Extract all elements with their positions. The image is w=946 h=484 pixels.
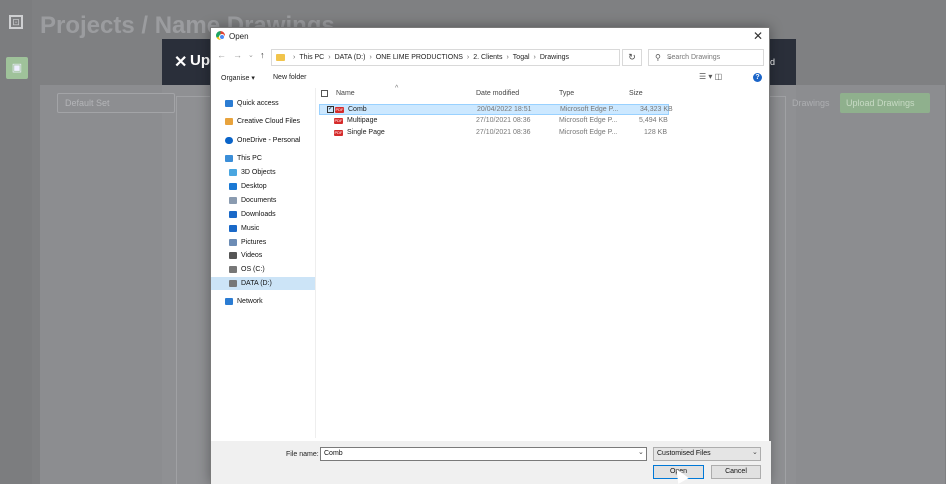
nav-item-3d-objects[interactable]: 3D Objects bbox=[211, 166, 315, 179]
drawing-set-select[interactable]: Default Set bbox=[57, 93, 175, 113]
forward-arrow-icon[interactable]: → bbox=[233, 50, 242, 60]
pdf-icon: PDF bbox=[334, 118, 343, 124]
sort-arrow-icon: ^ bbox=[395, 85, 399, 92]
address-bar[interactable]: › This PC › DATA (D:) › ONE LIME PRODUCTION… bbox=[271, 49, 673, 66]
new-folder-button[interactable]: New folder bbox=[273, 74, 306, 81]
column-headers: ^ Name Date modified Type Size bbox=[319, 85, 769, 101]
file-name-dropdown-icon[interactable]: ⌄ bbox=[638, 448, 644, 456]
search-placeholder: Search Drawings bbox=[666, 54, 721, 61]
breadcrumb-item[interactable]: This PC bbox=[299, 54, 324, 61]
modal-close-icon[interactable]: ✕ bbox=[174, 52, 187, 72]
app-logo-icon[interactable]: ⊡ bbox=[9, 15, 23, 29]
videos-icon bbox=[229, 252, 237, 259]
pdf-icon: PDF bbox=[335, 107, 344, 113]
breadcrumb-item[interactable]: DATA (D:) bbox=[335, 54, 366, 61]
nav-pane-divider[interactable] bbox=[315, 88, 316, 438]
file-name-label: File name: bbox=[286, 451, 319, 458]
drawings-label: Drawings bbox=[792, 98, 830, 108]
navigation-pane: Quick access Creative Cloud Files OneDri… bbox=[211, 88, 315, 438]
up-arrow-icon[interactable]: ↑ bbox=[260, 50, 265, 60]
back-arrow-icon[interactable]: ← bbox=[217, 50, 226, 60]
refresh-icon[interactable]: ↻ bbox=[622, 49, 642, 66]
file-type-dropdown-icon[interactable]: ⌄ bbox=[752, 448, 758, 456]
music-icon bbox=[229, 225, 237, 232]
file-name-input[interactable]: Comb bbox=[320, 447, 647, 461]
upload-drawings-button[interactable]: Upload Drawings bbox=[840, 93, 930, 113]
desktop-icon bbox=[229, 183, 237, 190]
column-size[interactable]: Size bbox=[629, 90, 643, 97]
onedrive-icon bbox=[225, 137, 233, 144]
documents-icon bbox=[229, 197, 237, 204]
chrome-icon bbox=[216, 31, 225, 40]
pdf-icon: PDF bbox=[334, 130, 343, 136]
view-options-icon[interactable]: ☰ ▾ ◫ bbox=[699, 72, 722, 81]
search-input[interactable]: ⚲ Search Drawings bbox=[648, 49, 764, 66]
nav-item-onedrive[interactable]: OneDrive - Personal bbox=[211, 134, 315, 147]
file-row[interactable]: PDF Multipage 27/10/2021 08:36 Microsoft… bbox=[319, 116, 669, 127]
drive-icon bbox=[229, 266, 237, 273]
breadcrumb-item[interactable]: Drawings bbox=[540, 54, 569, 61]
nav-item-documents[interactable]: Documents bbox=[211, 194, 315, 207]
nav-item-quick-access[interactable]: Quick access bbox=[211, 97, 315, 110]
breadcrumb-item[interactable]: ONE LIME PRODUCTIONS bbox=[376, 54, 463, 61]
column-date[interactable]: Date modified bbox=[476, 90, 519, 97]
pc-icon bbox=[225, 155, 233, 162]
nav-item-creative-cloud[interactable]: Creative Cloud Files bbox=[211, 115, 315, 128]
file-list: ^ Name Date modified Type Size ✓ PDF Com… bbox=[319, 85, 769, 438]
nav-item-network[interactable]: Network bbox=[211, 295, 315, 308]
cancel-button[interactable]: Cancel bbox=[711, 465, 761, 479]
cube-icon bbox=[229, 169, 237, 176]
nav-item-data-d[interactable]: DATA (D:) bbox=[211, 277, 315, 290]
sidebar-green-icon[interactable]: ▣ bbox=[6, 57, 28, 79]
open-file-dialog: Open ✕ ← → ⌄ ↑ › This PC › DATA (D:) › ONE … bbox=[210, 27, 771, 484]
nav-item-this-pc[interactable]: This PC bbox=[211, 152, 315, 165]
nav-item-pictures[interactable]: Pictures bbox=[211, 236, 315, 249]
dialog-close-button[interactable]: ✕ bbox=[753, 29, 763, 43]
nav-item-music[interactable]: Music bbox=[211, 222, 315, 235]
row-checkbox[interactable]: ✓ bbox=[327, 106, 334, 113]
help-icon[interactable]: ? bbox=[753, 73, 762, 82]
dialog-toolbar: Organise ▾ New folder ☰ ▾ ◫ ? bbox=[211, 69, 771, 86]
network-icon bbox=[225, 298, 233, 305]
column-type[interactable]: Type bbox=[559, 90, 574, 97]
nav-item-downloads[interactable]: Downloads bbox=[211, 208, 315, 221]
dialog-title: Open bbox=[229, 32, 249, 41]
column-name[interactable]: Name bbox=[336, 90, 355, 97]
star-icon bbox=[225, 100, 233, 107]
organise-menu[interactable]: Organise ▾ bbox=[221, 74, 255, 82]
modal-title: Up bbox=[190, 52, 210, 69]
dialog-titlebar: Open ✕ bbox=[211, 28, 769, 44]
breadcrumb-item[interactable]: Togal bbox=[513, 54, 530, 61]
nav-item-desktop[interactable]: Desktop bbox=[211, 180, 315, 193]
navigation-bar: ← → ⌄ ↑ › This PC › DATA (D:) › ONE LIME PR… bbox=[211, 46, 771, 68]
pictures-icon bbox=[229, 239, 237, 246]
drive-icon bbox=[229, 280, 237, 287]
nav-item-videos[interactable]: Videos bbox=[211, 249, 315, 262]
recent-dropdown-icon[interactable]: ⌄ bbox=[248, 51, 254, 59]
file-row[interactable]: PDF Single Page 27/10/2021 08:36 Microso… bbox=[319, 128, 669, 139]
file-type-select[interactable]: Customised Files bbox=[653, 447, 761, 461]
cloud-folder-icon bbox=[225, 118, 233, 125]
download-icon bbox=[229, 211, 237, 218]
nav-item-os-c[interactable]: OS (C:) bbox=[211, 263, 315, 276]
select-all-checkbox[interactable] bbox=[321, 90, 328, 97]
file-row[interactable]: ✓ PDF Comb 20/04/2022 18:51 Microsoft Ed… bbox=[319, 104, 673, 115]
search-icon: ⚲ bbox=[655, 53, 661, 62]
breadcrumb-item[interactable]: 2. Clients bbox=[473, 54, 502, 61]
folder-icon bbox=[276, 54, 285, 61]
